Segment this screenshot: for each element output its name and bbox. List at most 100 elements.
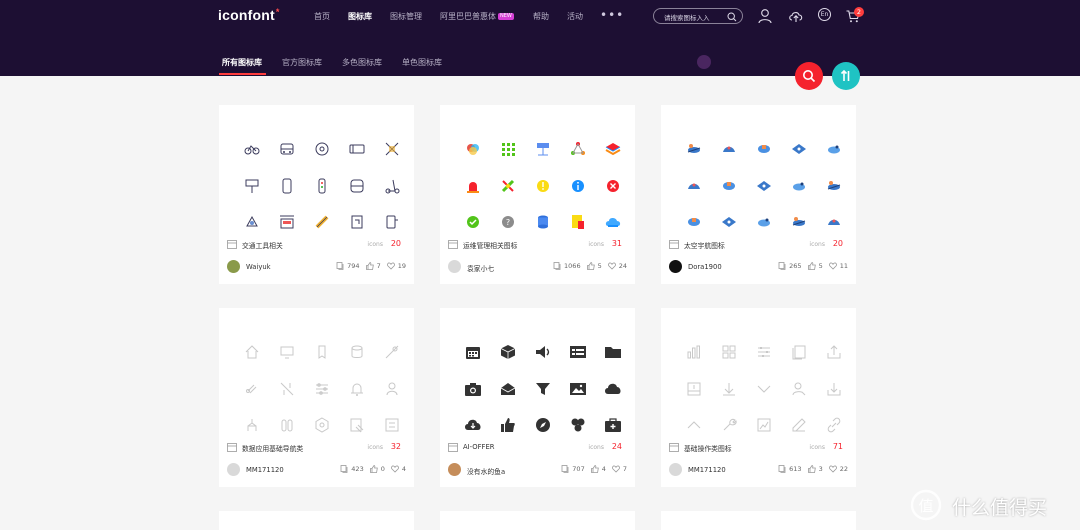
preview-icon <box>534 140 552 158</box>
preview-icon <box>383 416 401 434</box>
nav-icon-manage[interactable]: 图标管理 <box>390 11 422 22</box>
preview-icon <box>464 343 482 361</box>
library-title[interactable]: 交通工具相关 <box>242 240 283 250</box>
author-name[interactable]: MM171120 <box>246 466 284 474</box>
avatar[interactable] <box>448 463 461 476</box>
search-input[interactable]: 请搜索图标入入 <box>653 8 743 24</box>
top-header: iconfont* 首页 图标库 图标管理 阿里巴巴普惠体 NEW 帮助 活动 •… <box>0 0 1080 76</box>
author-name[interactable]: Dora1900 <box>688 263 722 271</box>
heart-icon <box>390 465 399 473</box>
preview-icon <box>790 343 808 361</box>
preview-icon <box>348 177 366 195</box>
preview-icon <box>313 213 331 231</box>
floating-search-button[interactable] <box>795 62 823 90</box>
preview-icon <box>243 380 261 398</box>
favorite-count: 19 <box>397 262 406 270</box>
icon-count: 32 <box>390 442 401 451</box>
author-name[interactable]: 袁家小七 <box>467 263 494 273</box>
heart-icon <box>828 262 837 270</box>
floating-sort-button[interactable] <box>832 62 860 90</box>
icon-library-card[interactable]: AI-OFFER icons 24 没有水的鱼a 707 4 7 <box>440 308 635 487</box>
preview-icon: ? <box>499 213 517 231</box>
library-title[interactable]: 数据应用基础导航类 <box>242 443 303 453</box>
like-count: 4 <box>601 465 606 473</box>
icon-preview-grid[interactable] <box>231 123 402 229</box>
collections-icon <box>778 262 786 270</box>
icon-preview-grid[interactable]: ? <box>452 123 623 229</box>
tab-all-libraries[interactable]: 所有图标库 <box>222 57 262 68</box>
card-stats: 707 4 7 <box>561 465 627 475</box>
preview-icon <box>720 343 738 361</box>
author-name[interactable]: 没有水的鱼a <box>467 466 505 476</box>
search-placeholder: 请搜索图标入入 <box>664 14 710 22</box>
preview-icon <box>825 416 843 434</box>
more-menu-icon[interactable]: ••• <box>600 8 624 22</box>
icon-library-card[interactable]: 交通工具相关 icons 20 Waiyuk 794 7 19 <box>219 105 414 284</box>
avatar[interactable] <box>227 463 240 476</box>
tab-official-libraries[interactable]: 官方图标库 <box>282 57 322 68</box>
preview-icon <box>685 177 703 195</box>
nav-puhui-font[interactable]: 阿里巴巴普惠体 NEW <box>440 11 514 22</box>
author-name[interactable]: MM171120 <box>688 466 726 474</box>
preview-icon <box>383 177 401 195</box>
avatar[interactable] <box>227 260 240 273</box>
preview-icon <box>604 343 622 361</box>
svg-text:?: ? <box>506 218 510 227</box>
icon-preview-grid[interactable] <box>231 326 402 433</box>
active-tab-underline <box>219 73 266 75</box>
collect-count: 265 <box>789 262 802 270</box>
nav-home[interactable]: 首页 <box>314 11 330 22</box>
icon-library-card[interactable]: 数据应用基础导航类 icons 32 MM171120 423 0 4 <box>219 308 414 487</box>
sort-icon <box>840 69 850 81</box>
user-icon[interactable] <box>758 8 772 24</box>
avatar[interactable] <box>448 260 461 273</box>
collections-icon <box>336 262 344 270</box>
preview-icon <box>464 416 482 434</box>
search-icon[interactable] <box>727 11 737 22</box>
library-title[interactable]: 运维管理相关图标 <box>463 240 517 250</box>
icon-preview-grid[interactable] <box>452 326 623 432</box>
card-caption: 运维管理相关图标 icons 31 <box>448 239 627 251</box>
upload-cloud-icon[interactable] <box>788 8 804 24</box>
nav-icon-library[interactable]: 图标库 <box>348 11 372 22</box>
like-icon <box>807 465 816 473</box>
avatar[interactable] <box>669 260 682 273</box>
search-icon <box>803 70 816 83</box>
language-toggle[interactable]: En <box>818 8 831 21</box>
like-count: 0 <box>380 465 385 473</box>
card-author-row: Dora1900 265 5 11 <box>669 260 848 274</box>
tab-multicolor-libraries[interactable]: 多色图标库 <box>342 57 382 68</box>
preview-icon <box>348 140 366 158</box>
preview-icon <box>383 213 401 231</box>
nav-activity[interactable]: 活动 <box>567 11 583 22</box>
icon-library-card[interactable]: 太空宇航图标 icons 20 Dora1900 265 5 11 <box>661 105 856 284</box>
library-title[interactable]: 基础操作类图标 <box>684 443 732 453</box>
nav-puhui-label: 阿里巴巴普惠体 <box>440 12 496 21</box>
preview-icon <box>720 140 738 158</box>
icon-library-card[interactable]: 基础操作类图标 icons 71 MM171120 613 3 22 <box>661 308 856 487</box>
preview-icon <box>569 343 587 361</box>
icon-preview-grid[interactable] <box>673 123 844 227</box>
author-name[interactable]: Waiyuk <box>246 263 271 271</box>
preview-icon <box>825 343 843 361</box>
preview-icon <box>278 343 296 361</box>
nav-help[interactable]: 帮助 <box>533 11 549 22</box>
library-title[interactable]: AI-OFFER <box>463 443 494 451</box>
favorite-count: 22 <box>839 465 848 473</box>
like-icon <box>590 465 599 473</box>
library-title[interactable]: 太空宇航图标 <box>684 240 725 250</box>
iconfont-logo[interactable]: iconfont* <box>218 7 280 23</box>
preview-icon <box>604 213 622 231</box>
tab-mono-libraries[interactable]: 单色图标库 <box>402 57 442 68</box>
icon-library-card[interactable]: ? 运维管理相关图标 icons 31 袁家小七 1066 5 24 <box>440 105 635 284</box>
preview-icon <box>569 380 587 398</box>
card-author-row: 没有水的鱼a 707 4 7 <box>448 463 627 477</box>
icon-preview-grid[interactable] <box>673 326 844 433</box>
icon-count: 24 <box>611 442 622 451</box>
preview-icon <box>278 416 296 434</box>
preview-icon <box>790 140 808 158</box>
heart-icon <box>828 465 837 473</box>
watermark-text: 什么值得买 <box>952 497 1048 519</box>
library-icon <box>448 240 458 249</box>
avatar[interactable] <box>669 463 682 476</box>
